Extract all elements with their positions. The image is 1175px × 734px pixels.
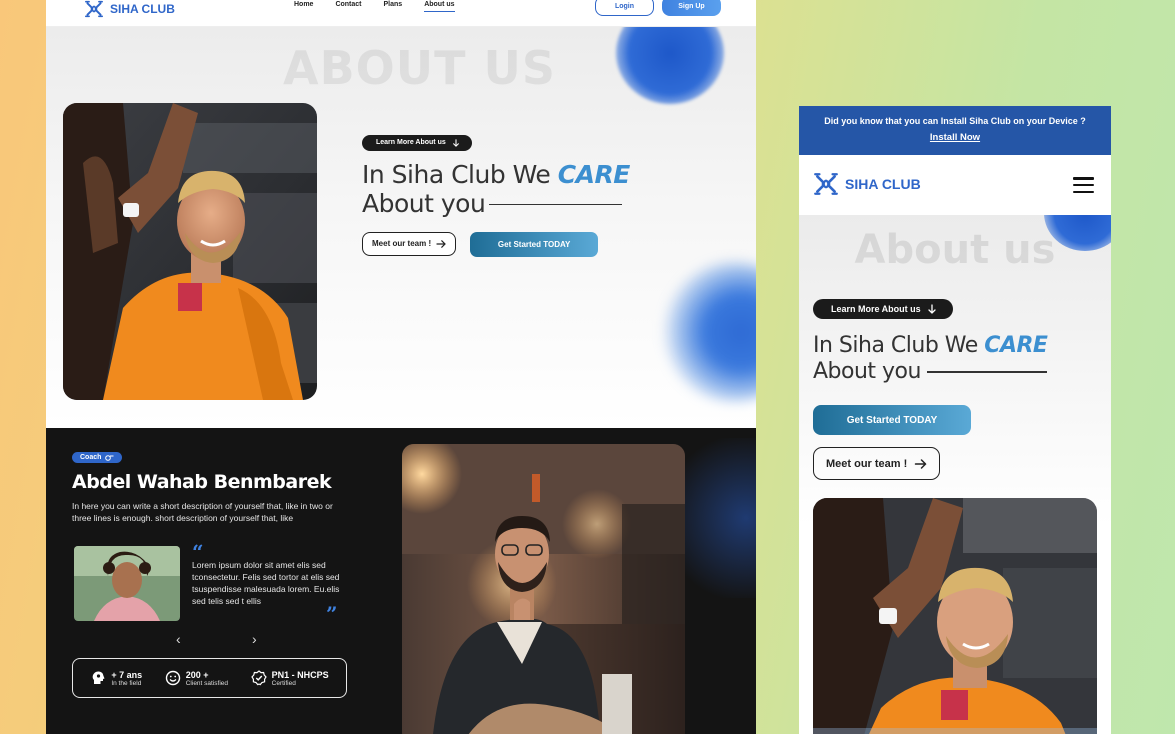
- login-button[interactable]: Login: [595, 0, 654, 16]
- mobile-hero-copy: Learn More About us In Siha Club We CARE…: [813, 299, 1048, 480]
- stat-experience: + 7 ans In the field: [90, 670, 142, 687]
- ghost-title: ABOUT US: [283, 41, 556, 95]
- mobile-mockup: Did you know that you can Install Siha C…: [799, 106, 1111, 734]
- prev-arrow-icon[interactable]: ‹: [176, 631, 181, 647]
- meet-team-button[interactable]: Meet our team !: [362, 231, 457, 256]
- signup-button[interactable]: Sign Up: [662, 0, 721, 16]
- hero-photo: [63, 103, 317, 400]
- install-banner: Did you know that you can Install Siha C…: [799, 106, 1111, 155]
- head-icon: [92, 671, 105, 684]
- coach-badge: Coach: [72, 452, 123, 463]
- meet-team-button[interactable]: Meet our team !: [813, 447, 941, 480]
- hamburger-menu-icon[interactable]: [1073, 177, 1094, 193]
- learn-more-label: Learn More About us: [376, 139, 446, 146]
- verified-icon: [250, 670, 267, 686]
- mobile-header: SIHA CLUB: [799, 155, 1111, 215]
- arrow-right-icon: [436, 240, 446, 248]
- nav-link-contact[interactable]: Contact: [335, 1, 361, 12]
- coach-photo: [402, 444, 685, 734]
- get-started-button[interactable]: Get Started TODAY: [813, 405, 971, 435]
- smile-icon: [165, 670, 180, 686]
- stat-value: 200 +: [185, 669, 209, 680]
- decor-blob: [616, 27, 724, 104]
- get-started-button[interactable]: Get Started TODAY: [470, 231, 599, 257]
- brand-logo[interactable]: SIHA CLUB: [84, 0, 175, 18]
- hero-heading: In Siha Club We CARE About you: [813, 333, 1048, 385]
- coach-badge-label: Coach: [80, 454, 102, 461]
- arrow-down-icon: [927, 304, 937, 314]
- next-arrow-icon[interactable]: ›: [252, 631, 257, 647]
- quote-close-icon: ”: [326, 602, 338, 626]
- meet-team-label: Meet our team !: [826, 457, 908, 470]
- learn-more-pill[interactable]: Learn More About us: [813, 299, 953, 319]
- arrow-down-icon: [452, 139, 460, 147]
- ghost-title: About us: [854, 227, 1056, 273]
- heading-emphasis: CARE: [557, 159, 631, 189]
- coach-section: Coach Abdel Wahab Benmbarek In here you …: [46, 428, 756, 734]
- heading-line2: About you: [362, 188, 486, 218]
- heading-prefix: In Siha Club We: [362, 159, 551, 189]
- client-photo: [74, 546, 180, 621]
- testimonial-text: Lorem ipsum dolor sit amet elis sed tcon…: [192, 560, 340, 606]
- mobile-about-hero: About us Learn More About us In Siha Clu…: [799, 215, 1111, 734]
- logo-icon: [84, 0, 104, 18]
- nav-link-plans[interactable]: Plans: [384, 1, 403, 12]
- whistle-icon: [105, 455, 114, 461]
- hero-photo: [813, 498, 1097, 734]
- meet-team-label: Meet our team !: [372, 239, 432, 248]
- coach-name: Abdel Wahab Benmbarek: [72, 471, 332, 493]
- heading-emphasis: CARE: [984, 333, 1048, 358]
- heading-rule: [489, 203, 623, 206]
- nav-links: Home Contact Plans About us: [294, 1, 455, 12]
- brand-logo[interactable]: SIHA CLUB: [813, 172, 921, 196]
- stat-clients: 200 + Client satisfied: [165, 670, 228, 687]
- hero-copy: Learn More About us In Siha Club We CARE…: [362, 131, 630, 257]
- coach-stats: + 7 ans In the field 200 + Client satisfie…: [72, 658, 347, 698]
- nav-link-about[interactable]: About us: [424, 1, 455, 12]
- stat-label: Certified: [271, 679, 296, 687]
- hero-heading: In Siha Club We CARE About you: [362, 160, 630, 218]
- learn-more-pill[interactable]: Learn More About us: [362, 134, 472, 151]
- heading-line2: About you: [813, 359, 921, 384]
- heading-prefix: In Siha Club We: [813, 333, 978, 358]
- stat-label: In the field: [111, 679, 142, 687]
- brand-name: SIHA CLUB: [845, 176, 921, 192]
- stat-label: Client satisfied: [185, 679, 229, 687]
- stat-value: PN1 - NHCPS: [271, 669, 329, 680]
- nav-link-home[interactable]: Home: [294, 1, 313, 12]
- hero-buttons: Meet our team ! Get Started TODAY: [362, 231, 630, 257]
- learn-more-label: Learn More About us: [831, 304, 921, 314]
- heading-rule: [926, 371, 1047, 373]
- desktop-navbar: SIHA CLUB Home Contact Plans About us Lo…: [46, 0, 756, 27]
- install-now-link[interactable]: Install Now: [799, 132, 1111, 143]
- stat-value: + 7 ans: [111, 669, 143, 680]
- brand-name: SIHA CLUB: [110, 2, 175, 16]
- install-banner-text: Did you know that you can Install Siha C…: [824, 116, 1086, 126]
- logo-icon: [813, 172, 839, 196]
- desktop-mockup: SIHA CLUB Home Contact Plans About us Lo…: [46, 0, 756, 734]
- decor-blob: [664, 262, 756, 402]
- stat-certification: PN1 - NHCPS Certified: [250, 669, 329, 687]
- coach-description: In here you can write a short descriptio…: [72, 501, 333, 523]
- about-hero-section: ABOUT US Learn More About us In Siha Clu…: [46, 27, 756, 428]
- arrow-right-icon: [914, 459, 927, 469]
